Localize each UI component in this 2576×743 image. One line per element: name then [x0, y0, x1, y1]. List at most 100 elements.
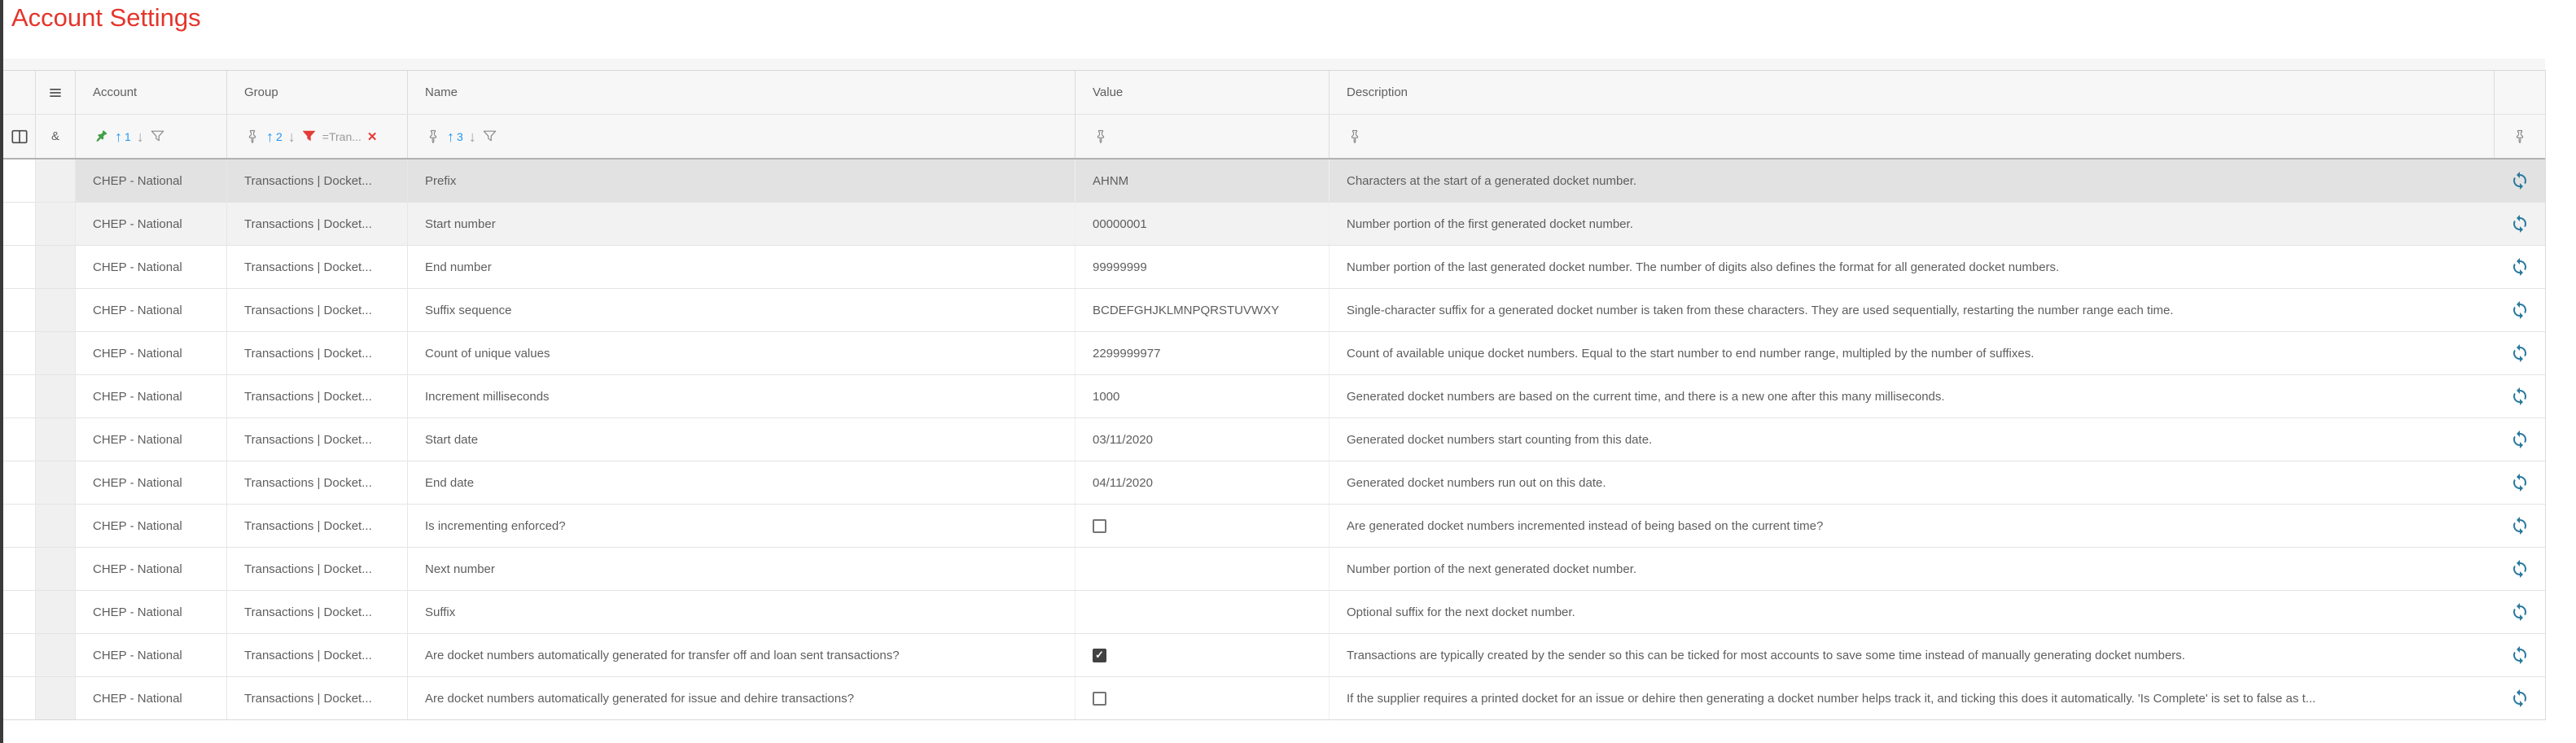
refresh-icon[interactable] — [2510, 559, 2530, 579]
row-handle-cell — [35, 591, 75, 633]
table-row[interactable]: CHEP - National Transactions | Docket...… — [3, 634, 2545, 677]
table-row[interactable]: CHEP - National Transactions | Docket...… — [3, 203, 2545, 246]
setting-name-cell: Prefix — [407, 160, 1075, 202]
account-cell: CHEP - National — [75, 203, 226, 245]
row-handle-cell — [35, 461, 75, 504]
description-cell: If the supplier requires a printed docke… — [1329, 677, 2494, 719]
filter-cell-actions — [2494, 115, 2545, 158]
row-gutter-cell — [3, 591, 35, 633]
table-row[interactable]: CHEP - National Transactions | Docket...… — [3, 160, 2545, 203]
refresh-icon[interactable] — [2510, 171, 2530, 190]
column-header-name[interactable]: Name — [407, 71, 1075, 114]
description-cell: Optional suffix for the next docket numb… — [1329, 591, 2494, 633]
group-cell: Transactions | Docket... — [226, 505, 407, 547]
value-cell: 1000 ✓ — [1075, 375, 1329, 417]
account-cell: CHEP - National — [75, 548, 226, 590]
pin-column-icon[interactable] — [244, 129, 261, 145]
row-gutter-cell — [3, 634, 35, 676]
table-row[interactable]: CHEP - National Transactions | Docket...… — [3, 332, 2545, 375]
row-gutter-cell — [3, 461, 35, 504]
refresh-icon[interactable] — [2510, 214, 2530, 234]
filter-funnel-icon[interactable] — [150, 129, 165, 144]
table-row[interactable]: CHEP - National Transactions | Docket...… — [3, 461, 2545, 505]
table-row[interactable]: CHEP - National Transactions | Docket...… — [3, 289, 2545, 332]
value-checkbox-checked[interactable]: ✓ — [1093, 649, 1106, 662]
grid-top-band — [3, 59, 2545, 70]
row-handle-cell — [35, 246, 75, 288]
pin-column-icon[interactable] — [1093, 129, 1109, 145]
pin-column-icon[interactable] — [425, 129, 441, 145]
refresh-icon[interactable] — [2510, 688, 2530, 708]
clear-filter-icon[interactable]: ✕ — [367, 129, 378, 144]
refresh-icon[interactable] — [2510, 387, 2530, 406]
sort-descending-icon[interactable]: ↓ — [469, 129, 476, 144]
sort-rank-badge: 3 — [457, 130, 463, 143]
refresh-icon[interactable] — [2510, 516, 2530, 535]
refresh-icon[interactable] — [2510, 343, 2530, 363]
sort-descending-icon[interactable]: ↓ — [288, 129, 296, 144]
sort-ascending-icon[interactable]: ↑ — [266, 129, 274, 144]
row-gutter-cell — [3, 332, 35, 374]
pinned-column-icon[interactable] — [93, 129, 109, 145]
account-cell: CHEP - National — [75, 634, 226, 676]
filter-value-text: =Tran... — [322, 130, 361, 143]
page-title: Account Settings — [11, 2, 201, 34]
actions-cell — [2494, 375, 2545, 417]
table-row[interactable]: CHEP - National Transactions | Docket...… — [3, 418, 2545, 461]
row-gutter-cell — [3, 418, 35, 461]
actions-cell — [2494, 418, 2545, 461]
split-columns-icon — [11, 128, 28, 146]
value-text: 03/11/2020 — [1093, 433, 1153, 447]
row-handle-cell — [35, 505, 75, 547]
pin-column-icon[interactable] — [2512, 129, 2528, 145]
table-row[interactable]: CHEP - National Transactions | Docket...… — [3, 505, 2545, 548]
refresh-icon[interactable] — [2510, 602, 2530, 622]
actions-cell — [2494, 160, 2545, 202]
row-gutter-cell — [3, 375, 35, 417]
refresh-icon[interactable] — [2510, 473, 2530, 492]
filter-cell-description — [1329, 115, 2494, 158]
description-cell: Generated docket numbers run out on this… — [1329, 461, 2494, 504]
sort-ascending-icon[interactable]: ↑ — [447, 129, 454, 144]
value-checkbox-unchecked[interactable] — [1093, 692, 1106, 706]
refresh-icon[interactable] — [2510, 300, 2530, 320]
filter-logic-operator[interactable]: & — [35, 115, 75, 158]
column-header-value[interactable]: Value — [1075, 71, 1329, 114]
row-handle-cell — [35, 332, 75, 374]
table-row[interactable]: CHEP - National Transactions | Docket...… — [3, 246, 2545, 289]
description-cell: Number portion of the first generated do… — [1329, 203, 2494, 245]
refresh-icon[interactable] — [2510, 257, 2530, 277]
refresh-icon[interactable] — [2510, 430, 2530, 449]
description-cell: Number portion of the next generated doc… — [1329, 548, 2494, 590]
account-cell: CHEP - National — [75, 332, 226, 374]
table-row[interactable]: CHEP - National Transactions | Docket...… — [3, 591, 2545, 634]
account-cell: CHEP - National — [75, 461, 226, 504]
group-cell: Transactions | Docket... — [226, 289, 407, 331]
split-columns-button[interactable] — [3, 115, 35, 158]
table-row[interactable]: CHEP - National Transactions | Docket...… — [3, 548, 2545, 591]
table-row[interactable]: CHEP - National Transactions | Docket...… — [3, 375, 2545, 418]
filter-funnel-icon[interactable] — [482, 129, 497, 144]
column-menu-button[interactable] — [35, 71, 75, 114]
row-gutter-cell — [3, 289, 35, 331]
row-handle-cell — [35, 634, 75, 676]
column-header-group[interactable]: Group — [226, 71, 407, 114]
row-handle-cell — [35, 375, 75, 417]
value-checkbox-unchecked[interactable] — [1093, 519, 1106, 533]
pin-column-icon[interactable] — [1347, 129, 1363, 145]
column-header-description[interactable]: Description — [1329, 71, 2494, 114]
value-cell: 2299999977 ✓ — [1075, 332, 1329, 374]
active-filter-funnel-icon[interactable] — [301, 129, 317, 144]
sort-ascending-icon[interactable]: ↑ — [115, 129, 122, 144]
actions-cell — [2494, 677, 2545, 719]
refresh-icon[interactable] — [2510, 645, 2530, 665]
filter-cell-account: ↑1 ↓ — [75, 115, 226, 158]
column-header-account[interactable]: Account — [75, 71, 226, 114]
setting-name-cell: Count of unique values — [407, 332, 1075, 374]
value-text: 04/11/2020 — [1093, 476, 1153, 490]
table-row[interactable]: CHEP - National Transactions | Docket...… — [3, 677, 2545, 720]
setting-name-cell: Start date — [407, 418, 1075, 461]
description-cell: Number portion of the last generated doc… — [1329, 246, 2494, 288]
value-cell: 04/11/2020 ✓ — [1075, 461, 1329, 504]
sort-descending-icon[interactable]: ↓ — [137, 129, 144, 144]
